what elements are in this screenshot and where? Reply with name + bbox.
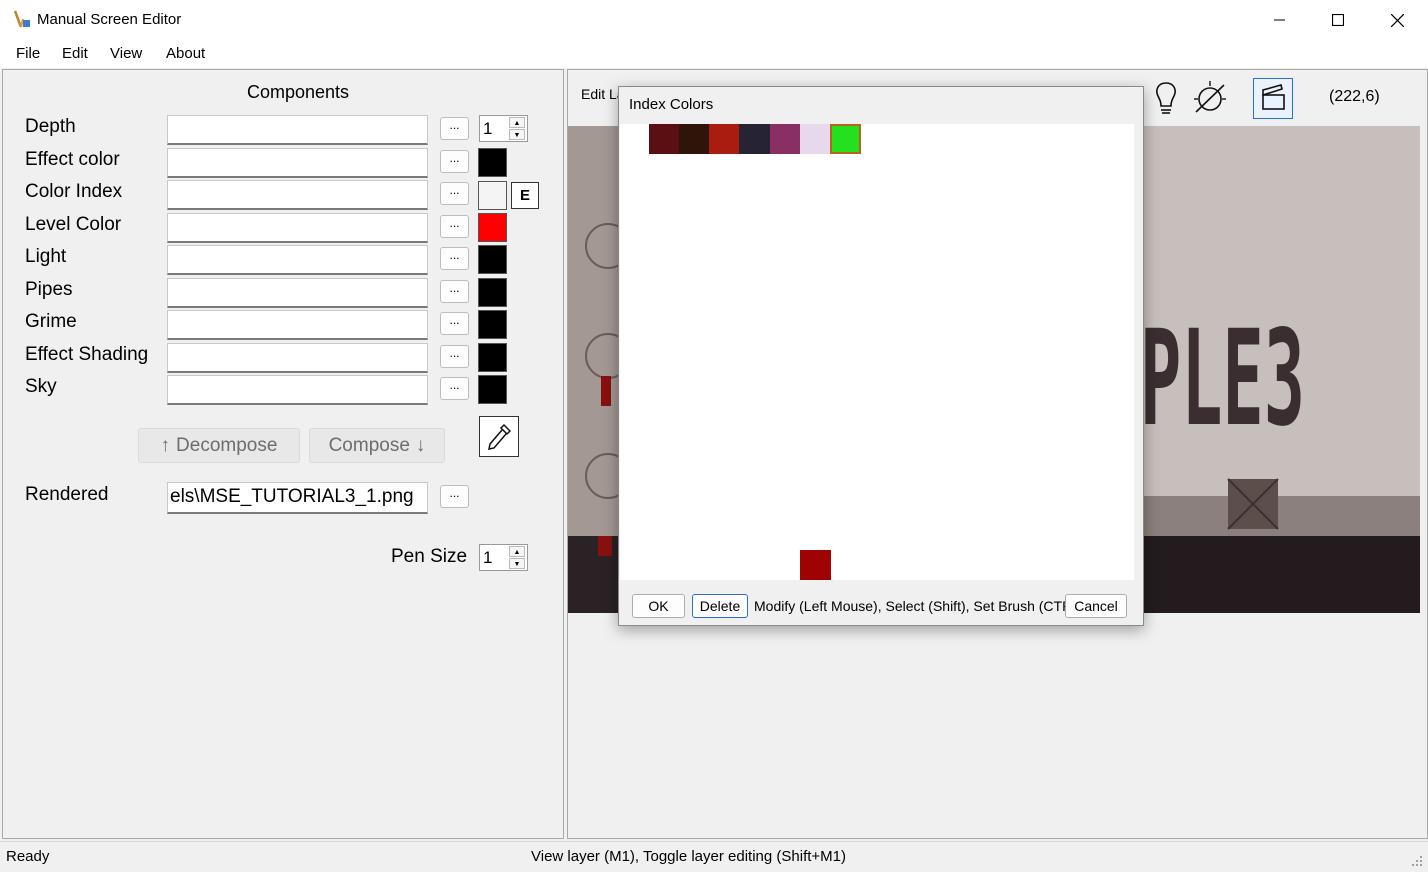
- level-color-label: Level Color: [25, 214, 122, 235]
- menu-about[interactable]: About: [166, 45, 205, 62]
- level-color-input[interactable]: [167, 213, 428, 243]
- sky-input[interactable]: [167, 375, 428, 405]
- rendered-label: Rendered: [25, 484, 109, 505]
- color-index-input[interactable]: [167, 180, 428, 210]
- effect-shading-input[interactable]: [167, 343, 428, 373]
- close-icon: [1390, 13, 1404, 27]
- pipes-browse-button[interactable]: ...: [440, 280, 469, 303]
- palette-swatch[interactable]: [800, 124, 831, 154]
- color-index-edit-button[interactable]: E: [511, 182, 539, 209]
- effect-color-label: Effect color: [25, 149, 120, 170]
- eyedropper-icon: [488, 423, 512, 450]
- depth-spinner-value: 1: [483, 119, 493, 138]
- color-index-label: Color Index: [25, 181, 123, 202]
- depth-label: Depth: [25, 116, 76, 137]
- spinner-down-icon[interactable]: ▼: [509, 129, 525, 140]
- menu-bar: [0, 40, 1428, 68]
- close-button[interactable]: [1368, 0, 1426, 40]
- eyedropper-button[interactable]: [479, 416, 519, 457]
- light-swatch[interactable]: [478, 245, 507, 274]
- lightbulb-icon: [1156, 82, 1176, 114]
- pipes-swatch[interactable]: [478, 278, 507, 307]
- palette-swatch-selected[interactable]: [830, 124, 861, 154]
- light-off-icon: [1194, 81, 1226, 113]
- window-title: Manual Screen Editor: [37, 11, 182, 28]
- clapperboard-button[interactable]: [1253, 78, 1293, 119]
- app-icon: [13, 10, 30, 28]
- palette-swatch[interactable]: [709, 124, 740, 154]
- pen-size-spinner[interactable]: 1 ▲ ▼: [479, 544, 528, 571]
- decompose-button[interactable]: ↑ Decompose: [138, 428, 300, 463]
- light-browse-button[interactable]: ...: [440, 247, 469, 270]
- palette-swatch[interactable]: [649, 124, 680, 154]
- minimize-button[interactable]: [1251, 0, 1309, 40]
- status-hint: View layer (M1), Toggle layer editing (S…: [531, 848, 846, 865]
- pen-size-label: Pen Size: [391, 546, 468, 567]
- components-title: Components: [247, 82, 350, 102]
- clapperboard-icon: [1262, 84, 1285, 110]
- light-label: Light: [25, 246, 67, 267]
- decompose-label: Decompose: [176, 434, 278, 456]
- arrow-down-icon: ↓: [415, 434, 426, 456]
- pipes-input[interactable]: [167, 278, 428, 308]
- menu-file[interactable]: File: [16, 45, 40, 62]
- arrow-up-icon: ↑: [160, 434, 171, 456]
- grime-label: Grime: [25, 311, 77, 332]
- maximize-button[interactable]: [1309, 0, 1367, 40]
- palette-area[interactable]: [620, 124, 1134, 580]
- rendered-browse-button[interactable]: ...: [440, 485, 469, 508]
- level-color-swatch[interactable]: [478, 213, 507, 242]
- pipes-label: Pipes: [25, 279, 73, 300]
- color-index-swatch[interactable]: [478, 181, 507, 210]
- effect-shading-swatch[interactable]: [478, 343, 507, 372]
- effect-shading-browse-button[interactable]: ...: [440, 345, 469, 368]
- cancel-button[interactable]: Cancel: [1065, 594, 1127, 618]
- depth-spinner[interactable]: 1 ▲ ▼: [479, 115, 528, 142]
- status-text: Ready: [6, 848, 50, 865]
- light-input[interactable]: [167, 245, 428, 275]
- spinner-up-icon[interactable]: ▲: [509, 117, 525, 128]
- effect-color-input[interactable]: [167, 148, 428, 178]
- light-toggle-button[interactable]: [1147, 78, 1185, 118]
- spinner-down-icon[interactable]: ▼: [509, 558, 525, 569]
- grime-input[interactable]: [167, 310, 428, 340]
- grime-swatch[interactable]: [478, 310, 507, 339]
- dialog-hint: Modify (Left Mouse), Select (Shift), Set…: [754, 598, 1085, 614]
- sky-browse-button[interactable]: ...: [440, 377, 469, 400]
- grime-browse-button[interactable]: ...: [440, 312, 469, 335]
- maximize-icon: [1332, 14, 1344, 26]
- spinner-up-icon[interactable]: ▲: [509, 546, 525, 557]
- ok-button[interactable]: OK: [632, 594, 685, 618]
- menu-view[interactable]: View: [110, 45, 142, 62]
- effect-color-swatch[interactable]: [478, 148, 507, 177]
- resize-grip-icon[interactable]: [1410, 854, 1424, 868]
- rendered-path-input[interactable]: els\MSE_TUTORIAL3_1.png: [167, 482, 428, 514]
- menu-edit[interactable]: Edit: [62, 45, 88, 62]
- compose-button[interactable]: Compose ↓: [309, 428, 445, 463]
- compose-label: Compose: [328, 434, 410, 456]
- cursor-coordinates: (222,6): [1329, 88, 1380, 105]
- sky-label: Sky: [25, 376, 57, 397]
- effect-color-browse-button[interactable]: ...: [440, 150, 469, 173]
- effect-shading-label: Effect Shading: [25, 344, 149, 365]
- level-title-text: PLE3: [1140, 302, 1305, 456]
- title-bar: [0, 0, 1428, 40]
- level-color-browse-button[interactable]: ...: [440, 215, 469, 238]
- brush-color-swatch: [800, 550, 831, 580]
- depth-browse-button[interactable]: ...: [440, 117, 469, 140]
- delete-button[interactable]: Delete: [692, 594, 748, 618]
- palette-swatch[interactable]: [770, 124, 801, 154]
- minimize-icon: [1274, 19, 1285, 21]
- depth-input[interactable]: [167, 115, 428, 145]
- dialog-title: Index Colors: [629, 96, 714, 113]
- palette-swatch[interactable]: [739, 124, 770, 154]
- light-off-button[interactable]: [1190, 78, 1230, 118]
- palette-swatch[interactable]: [679, 124, 710, 154]
- sky-swatch[interactable]: [478, 375, 507, 404]
- color-index-browse-button[interactable]: ...: [440, 182, 469, 205]
- pen-size-value: 1: [483, 548, 493, 567]
